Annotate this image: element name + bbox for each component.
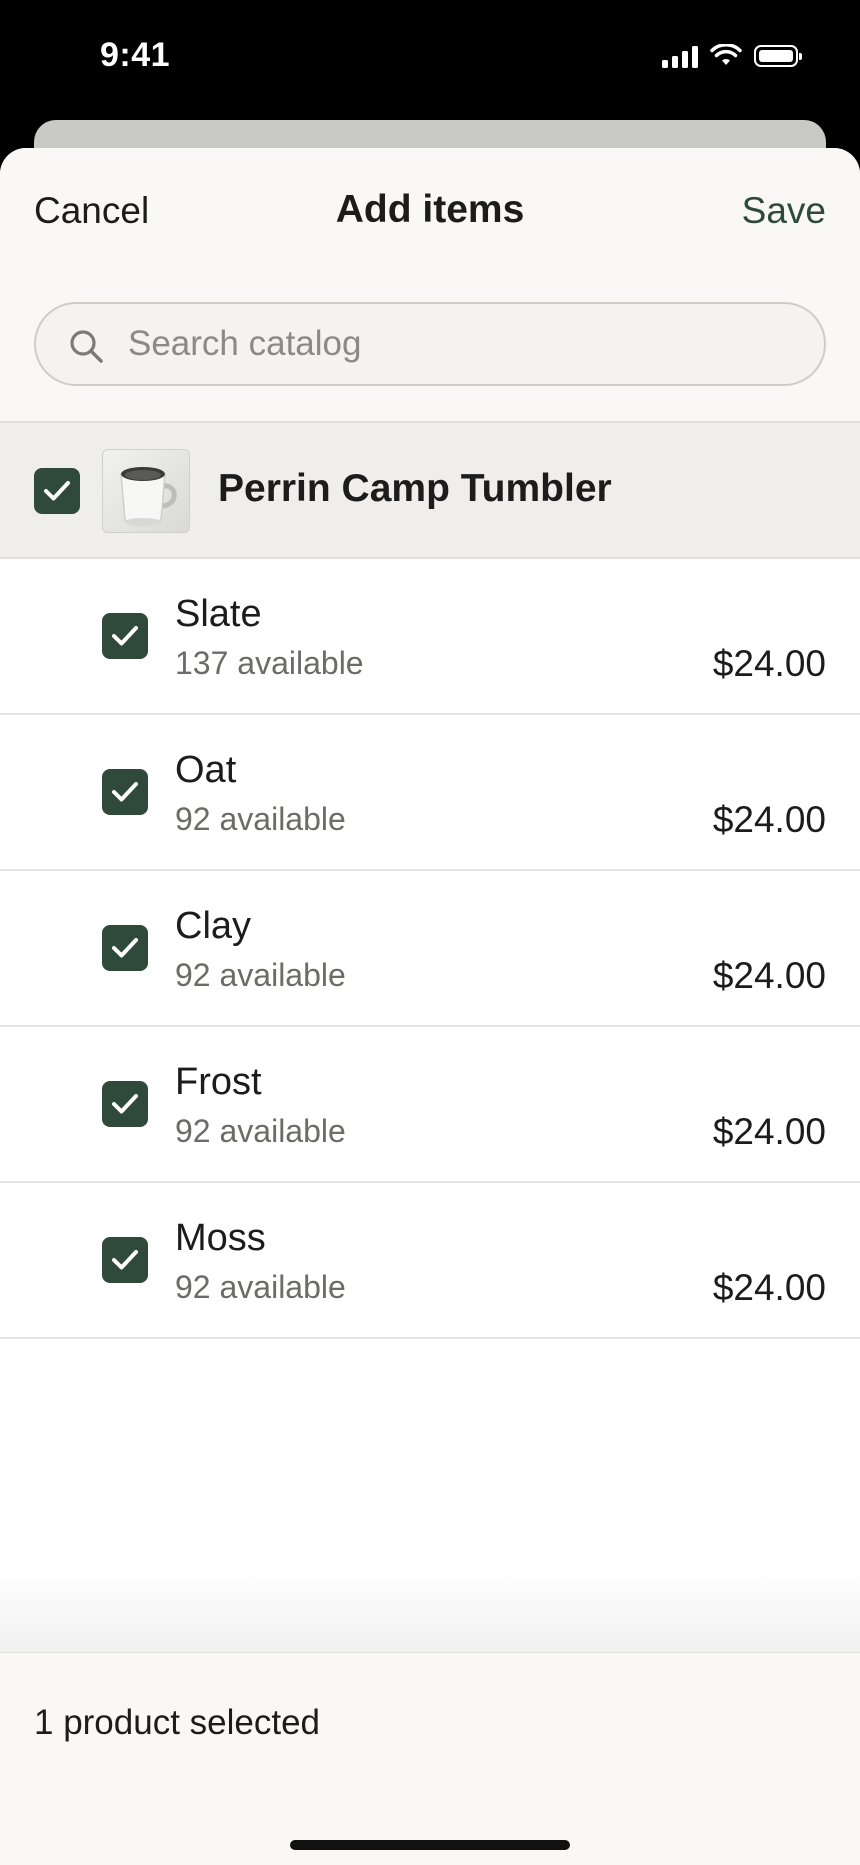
page-title: Add items xyxy=(335,188,525,231)
variant-checkbox[interactable] xyxy=(102,769,148,815)
wifi-icon xyxy=(710,44,742,65)
status-time: 9:41 xyxy=(100,36,171,74)
variant-availability: 92 available xyxy=(175,801,346,837)
mug-icon xyxy=(120,467,177,526)
variant-name: Slate xyxy=(175,593,262,635)
save-button[interactable]: Save xyxy=(742,190,826,232)
status-bar: 9:41 xyxy=(0,0,860,115)
checkmark-icon xyxy=(44,481,70,501)
variant-price: $24.00 xyxy=(712,643,826,684)
home-indicator[interactable] xyxy=(290,1840,570,1850)
checkmark-icon xyxy=(112,1094,138,1114)
selection-count: 1 product selected xyxy=(34,1703,321,1742)
variant-name: Frost xyxy=(175,1061,262,1103)
checkmark-icon xyxy=(112,1250,138,1270)
variant-row[interactable]: Slate 137 available $24.00 xyxy=(0,559,860,715)
variant-name: Moss xyxy=(175,1217,266,1259)
checkmark-icon xyxy=(112,782,138,802)
variant-price: $24.00 xyxy=(712,1111,826,1152)
variant-availability: 92 available xyxy=(175,957,346,993)
variant-availability: 92 available xyxy=(175,1113,346,1149)
selection-footer: 1 product selected xyxy=(0,1652,860,1865)
product-row[interactable]: Perrin Camp Tumbler xyxy=(0,421,860,559)
variant-row[interactable]: Oat 92 available $24.00 xyxy=(0,715,860,871)
variant-price: $24.00 xyxy=(712,955,826,996)
variant-row[interactable]: Moss 92 available $24.00 xyxy=(0,1183,860,1339)
product-thumbnail xyxy=(102,449,190,533)
product-name: Perrin Camp Tumbler xyxy=(218,467,612,510)
variant-availability: 137 available xyxy=(175,645,364,681)
variant-row[interactable]: Frost 92 available $24.00 xyxy=(0,1027,860,1183)
variant-name: Clay xyxy=(175,905,252,947)
cellular-signal-icon xyxy=(662,44,698,68)
variant-checkbox[interactable] xyxy=(102,1237,148,1283)
variant-checkbox[interactable] xyxy=(102,1081,148,1127)
status-icons xyxy=(662,44,802,68)
variant-price: $24.00 xyxy=(712,799,826,840)
search-bar[interactable] xyxy=(34,302,826,386)
sheet-header: Cancel Add items Save xyxy=(0,148,860,421)
variant-price: $24.00 xyxy=(712,1267,826,1308)
search-icon xyxy=(70,330,103,363)
battery-icon xyxy=(754,45,802,67)
checkmark-icon xyxy=(112,626,138,646)
variant-row[interactable]: Clay 92 available $24.00 xyxy=(0,871,860,1027)
variant-availability: 92 available xyxy=(175,1269,346,1305)
footer-shadow xyxy=(0,1570,860,1652)
search-input[interactable] xyxy=(128,304,788,384)
product-checkbox[interactable] xyxy=(34,468,80,514)
variant-name: Oat xyxy=(175,749,237,791)
variant-checkbox[interactable] xyxy=(102,613,148,659)
variant-list: Slate 137 available $24.00 Oat 92 availa… xyxy=(0,559,860,1339)
variant-checkbox[interactable] xyxy=(102,925,148,971)
checkmark-icon xyxy=(112,938,138,958)
